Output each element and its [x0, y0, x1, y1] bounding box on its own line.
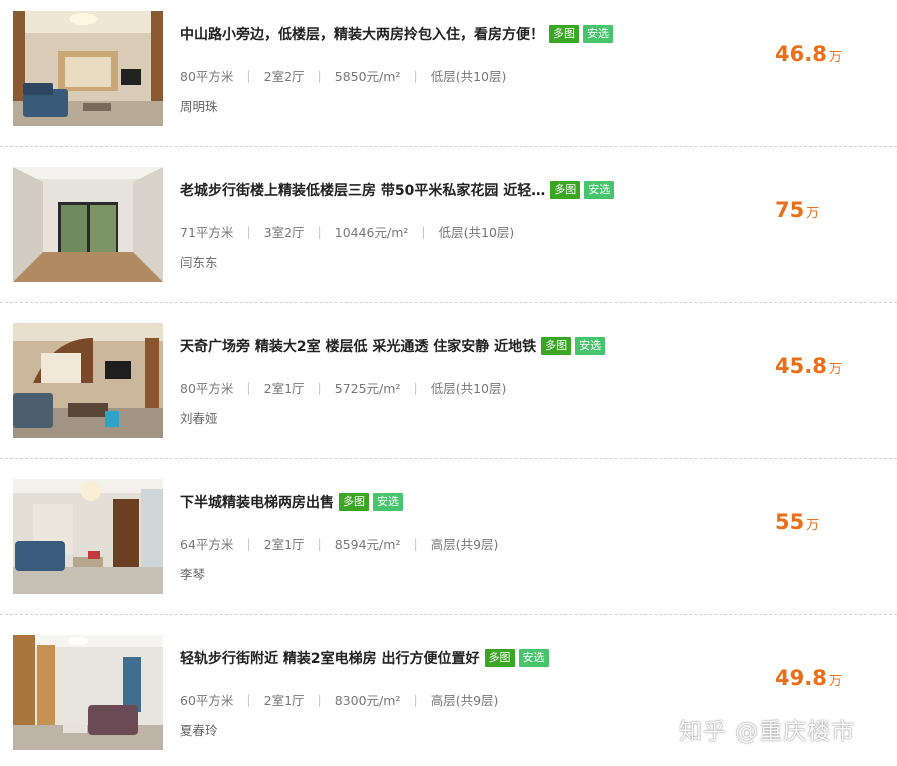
listing-title[interactable]: 中山路小旁边，低楼层，精装大两房拎包入住，看房方便！ [180, 24, 544, 44]
listing-photo[interactable] [13, 479, 163, 594]
agent-name: 李琴 [180, 567, 206, 582]
room-layout: 2室1厅 [263, 381, 305, 396]
listing-meta: 71平方米 | 3室2厅 | 10446元/m² | 低层(共10层) [180, 222, 514, 241]
price-unit: 万 [828, 362, 842, 377]
listing-item[interactable]: 老城步行街楼上精装低楼层三房 带50平米私家花园 近轻… 多图 安选 71平方米… [0, 147, 897, 303]
multi-photo-badge: 多图 [549, 25, 579, 43]
listing-meta: 80平方米 | 2室2厅 | 5850元/m² | 低层(共10层) [180, 66, 506, 85]
area: 60平方米 [180, 693, 234, 708]
total-price: 55 万 [775, 510, 819, 534]
living-room-photo [13, 323, 163, 438]
area: 80平方米 [180, 69, 234, 84]
listing-list: 中山路小旁边，低楼层，精装大两房拎包入住，看房方便！ 多图 安选 80平方米 |… [0, 0, 897, 766]
price-unit: 万 [806, 206, 820, 221]
divider: | [413, 692, 418, 707]
room-layout: 2室1厅 [263, 537, 305, 552]
living-room-photo [13, 635, 163, 750]
empty-room-photo [13, 167, 163, 282]
living-room-photo [13, 479, 163, 594]
multi-photo-badge: 多图 [541, 337, 572, 355]
price-value: 55 [775, 510, 805, 534]
safe-pick-badge: 安选 [373, 493, 403, 511]
area: 71平方米 [180, 225, 234, 240]
listing-photo[interactable] [13, 323, 163, 438]
total-price: 45.8 万 [775, 354, 842, 378]
listing-title[interactable]: 老城步行街楼上精装低楼层三房 带50平米私家花园 近轻… [180, 180, 545, 200]
divider: | [413, 68, 418, 83]
divider: | [421, 224, 426, 239]
price-unit: 万 [806, 518, 820, 533]
room-layout: 2室1厅 [263, 693, 305, 708]
divider: | [246, 68, 251, 83]
floor-info: 高层(共9层) [430, 693, 499, 708]
divider: | [413, 380, 418, 395]
area: 80平方米 [180, 381, 234, 396]
floor-info: 低层(共10层) [430, 69, 507, 84]
multi-photo-badge: 多图 [339, 493, 369, 511]
area: 64平方米 [180, 537, 234, 552]
unit-price: 8300元/m² [334, 693, 401, 708]
divider: | [246, 536, 251, 551]
safe-pick-badge: 安选 [575, 337, 606, 355]
unit-price: 10446元/m² [334, 225, 409, 240]
listing-item[interactable]: 天奇广场旁 精装大2室 楼层低 采光通透 住家安静 近地铁 多图 安选 80平方… [0, 303, 897, 459]
safe-pick-badge: 安选 [518, 649, 549, 667]
agent-name: 刘春娅 [180, 411, 218, 426]
listing-title[interactable]: 下半城精装电梯两房出售 [180, 492, 334, 512]
price-unit: 万 [828, 674, 842, 689]
safe-pick-badge: 安选 [583, 25, 613, 43]
unit-price: 5850元/m² [334, 69, 401, 84]
divider: | [317, 536, 322, 551]
unit-price: 5725元/m² [334, 381, 401, 396]
total-price: 75 万 [775, 198, 819, 222]
price-value: 45.8 [775, 354, 827, 378]
unit-price: 8594元/m² [334, 537, 401, 552]
listing-photo[interactable] [13, 635, 163, 750]
zhihu-watermark: 知乎 @重庆楼市 [679, 719, 856, 745]
listing-item[interactable]: 中山路小旁边，低楼层，精装大两房拎包入住，看房方便！ 多图 安选 80平方米 |… [0, 0, 897, 147]
safe-pick-badge: 安选 [584, 181, 615, 199]
agent-name: 闫东东 [180, 255, 218, 270]
agent-name: 周明珠 [180, 99, 218, 114]
multi-photo-badge: 多图 [484, 649, 515, 667]
agent-name: 夏春玲 [180, 723, 218, 738]
floor-info: 低层(共10层) [438, 225, 515, 240]
listing-title[interactable]: 轻轨步行街附近 精装2室电梯房 出行方便位置好 [180, 648, 480, 668]
listing-photo[interactable] [13, 11, 163, 126]
room-layout: 3室2厅 [263, 225, 305, 240]
divider: | [317, 692, 322, 707]
total-price: 46.8 万 [775, 42, 842, 66]
listing-meta: 60平方米 | 2室1厅 | 8300元/m² | 高层(共9层) [180, 690, 498, 709]
price-value: 46.8 [775, 42, 827, 66]
multi-photo-badge: 多图 [550, 181, 581, 199]
floor-info: 高层(共9层) [430, 537, 499, 552]
listing-title[interactable]: 天奇广场旁 精装大2室 楼层低 采光通透 住家安静 近地铁 [180, 336, 536, 356]
listing-photo[interactable] [13, 167, 163, 282]
divider: | [317, 68, 322, 83]
price-value: 49.8 [775, 666, 827, 690]
divider: | [413, 536, 418, 551]
price-unit: 万 [828, 50, 842, 65]
listing-meta: 80平方米 | 2室1厅 | 5725元/m² | 低层(共10层) [180, 378, 506, 397]
room-layout: 2室2厅 [263, 69, 305, 84]
living-room-photo [13, 11, 163, 126]
listing-meta: 64平方米 | 2室1厅 | 8594元/m² | 高层(共9层) [180, 534, 498, 553]
total-price: 49.8 万 [775, 666, 842, 690]
divider: | [317, 380, 322, 395]
listing-item[interactable]: 下半城精装电梯两房出售 多图 安选 64平方米 | 2室1厅 | 8594元/m… [0, 459, 897, 615]
floor-info: 低层(共10层) [430, 381, 507, 396]
divider: | [317, 224, 322, 239]
divider: | [246, 224, 251, 239]
price-value: 75 [775, 198, 805, 222]
divider: | [246, 692, 251, 707]
divider: | [246, 380, 251, 395]
